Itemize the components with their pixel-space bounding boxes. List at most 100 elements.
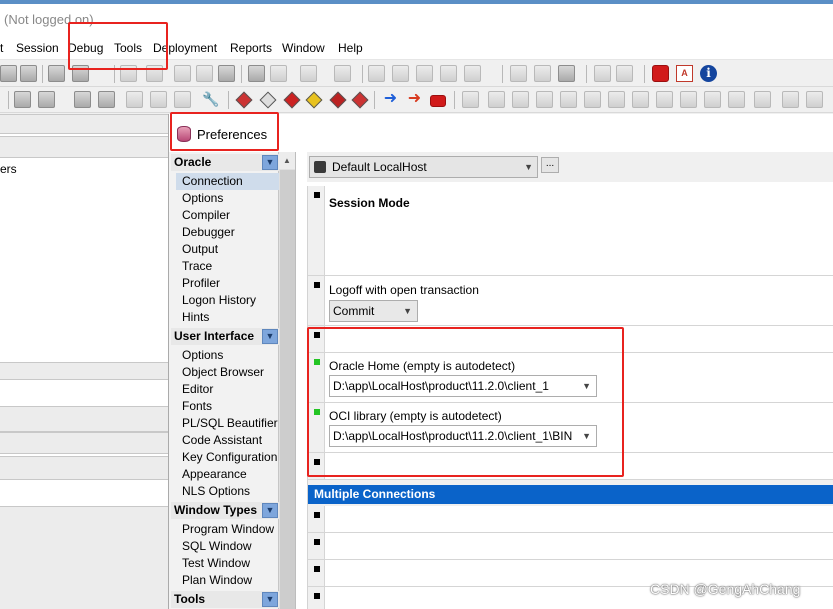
oci-library-select[interactable]: D:\app\LocalHost\product\11.2.0\client_1… — [329, 425, 597, 447]
category-user-interface[interactable]: User Interface ▼ — [171, 328, 279, 345]
cut-icon[interactable] — [174, 65, 191, 82]
category-item-test-window[interactable]: Test Window — [182, 555, 250, 572]
lowercase-icon[interactable] — [464, 65, 481, 82]
compile-icon[interactable] — [98, 91, 115, 108]
redo-icon[interactable] — [146, 65, 163, 82]
category-item-program-window[interactable]: Program Window — [182, 521, 274, 538]
menu-item-tools[interactable]: Tools — [114, 41, 142, 55]
format-icon[interactable] — [510, 65, 527, 82]
category-item-connection[interactable]: Connection — [176, 173, 279, 190]
chevron-down-icon[interactable]: ▼ — [262, 592, 278, 607]
compare-icon[interactable] — [534, 65, 551, 82]
print-icon[interactable] — [48, 65, 65, 82]
gem-pen-icon[interactable] — [351, 91, 369, 109]
category-item-hints[interactable]: Hints — [182, 309, 209, 326]
output-icon[interactable] — [754, 91, 771, 108]
statistics-icon[interactable] — [782, 91, 799, 108]
gem-yellow-icon[interactable] — [305, 91, 323, 109]
category-tools[interactable]: Tools ▼ — [171, 591, 279, 608]
comment-icon[interactable] — [368, 65, 385, 82]
menu-item-window[interactable]: Window — [282, 41, 325, 55]
logoff-select[interactable]: Commit ▼ — [329, 300, 418, 322]
export-icon[interactable] — [174, 91, 191, 108]
panel-tree-item[interactable]: ers — [0, 162, 17, 176]
explain-icon[interactable] — [126, 91, 143, 108]
multiple-connections-header[interactable]: Multiple Connections — [308, 485, 833, 504]
undo-icon[interactable] — [120, 65, 137, 82]
category-item-fonts[interactable]: Fonts — [182, 398, 212, 415]
gem-dark-red-icon[interactable] — [329, 91, 347, 109]
lock-icon[interactable] — [656, 91, 673, 108]
navigate-forward-icon[interactable] — [334, 65, 351, 82]
splitter[interactable] — [297, 152, 307, 609]
category-scrollbar[interactable]: ▲ — [279, 152, 296, 609]
category-item-object-browser[interactable]: Object Browser — [182, 364, 264, 381]
category-item-editor[interactable]: Editor — [182, 381, 213, 398]
category-item-options[interactable]: Options — [182, 190, 223, 207]
print-setup-icon[interactable] — [72, 65, 89, 82]
save-all-icon[interactable] — [0, 65, 17, 82]
category-item-trace[interactable]: Trace — [182, 258, 212, 275]
category-item-profiler[interactable]: Profiler — [182, 275, 220, 292]
session-select[interactable]: Default LocalHost ▼ — [309, 156, 538, 178]
category-item-plsql-beautifier[interactable]: PL/SQL Beautifier — [182, 415, 278, 432]
step-into-icon[interactable] — [462, 91, 479, 108]
chevron-down-icon[interactable]: ▼ — [262, 503, 278, 518]
category-window-types[interactable]: Window Types ▼ — [171, 502, 279, 519]
step-out-icon[interactable] — [512, 91, 529, 108]
category-item-output[interactable]: Output — [182, 241, 218, 258]
tile-windows-icon[interactable] — [594, 65, 611, 82]
run-to-exception-icon[interactable] — [560, 91, 577, 108]
menu-item-deployment[interactable]: Deployment — [153, 41, 217, 55]
category-oracle[interactable]: Oracle ▼ — [171, 154, 279, 171]
variables-icon[interactable] — [632, 91, 649, 108]
sql-icon[interactable] — [38, 91, 55, 108]
uppercase-icon[interactable] — [440, 65, 457, 82]
step-over-icon[interactable] — [488, 91, 505, 108]
query-builder-icon[interactable] — [150, 91, 167, 108]
unindent-icon[interactable] — [416, 65, 433, 82]
eraser-icon[interactable] — [259, 91, 277, 109]
arrow-right-blue-icon[interactable]: ➜ — [382, 91, 399, 108]
pdf-icon[interactable]: A — [676, 65, 693, 82]
menu-item-edit[interactable]: t — [0, 41, 3, 55]
paste-icon[interactable] — [218, 65, 235, 82]
menu-item-reports[interactable]: Reports — [230, 41, 272, 55]
profile-icon[interactable] — [728, 91, 745, 108]
watch-icon[interactable] — [608, 91, 625, 108]
stack-icon[interactable] — [680, 91, 697, 108]
chevron-down-icon[interactable]: ▼ — [262, 155, 278, 170]
layout-icon[interactable] — [558, 65, 575, 82]
gem-red-icon[interactable] — [283, 91, 301, 109]
find-icon[interactable] — [248, 65, 265, 82]
cascade-windows-icon[interactable] — [616, 65, 633, 82]
menu-item-help[interactable]: Help — [338, 41, 363, 55]
indent-icon[interactable] — [392, 65, 409, 82]
arrow-right-red-icon[interactable]: ➜ — [406, 91, 423, 108]
oracle-home-select[interactable]: D:\app\LocalHost\product\11.2.0\client_1… — [329, 375, 597, 397]
category-item-nls-options[interactable]: NLS Options — [182, 483, 250, 500]
category-item-compiler[interactable]: Compiler — [182, 207, 230, 224]
execute-icon[interactable] — [14, 91, 31, 108]
debug-icon[interactable] — [74, 91, 91, 108]
category-item-debugger[interactable]: Debugger — [182, 224, 235, 241]
breakpoint-icon[interactable] — [235, 91, 253, 109]
category-item-logon-history[interactable]: Logon History — [182, 292, 256, 309]
more-tools-icon[interactable] — [806, 91, 823, 108]
toggle-breakpoint-icon[interactable] — [584, 91, 601, 108]
replace-icon[interactable] — [270, 65, 287, 82]
toolbox-icon[interactable] — [430, 95, 446, 107]
trace-icon[interactable] — [704, 91, 721, 108]
oracle-icon[interactable] — [652, 65, 669, 82]
info-icon[interactable]: i — [700, 65, 717, 82]
copy-window-icon[interactable] — [20, 65, 37, 82]
category-item-sql-window[interactable]: SQL Window — [182, 538, 252, 555]
run-to-cursor-icon[interactable] — [536, 91, 553, 108]
category-item-plan-window[interactable]: Plan Window — [182, 572, 252, 589]
scrollbar-thumb[interactable] — [280, 170, 295, 609]
session-more-button[interactable]: ... — [541, 157, 559, 173]
category-item-appearance[interactable]: Appearance — [182, 466, 247, 483]
category-item-key-configuration[interactable]: Key Configuration — [182, 449, 277, 466]
copy-icon[interactable] — [196, 65, 213, 82]
category-item-ui-options[interactable]: Options — [182, 347, 223, 364]
